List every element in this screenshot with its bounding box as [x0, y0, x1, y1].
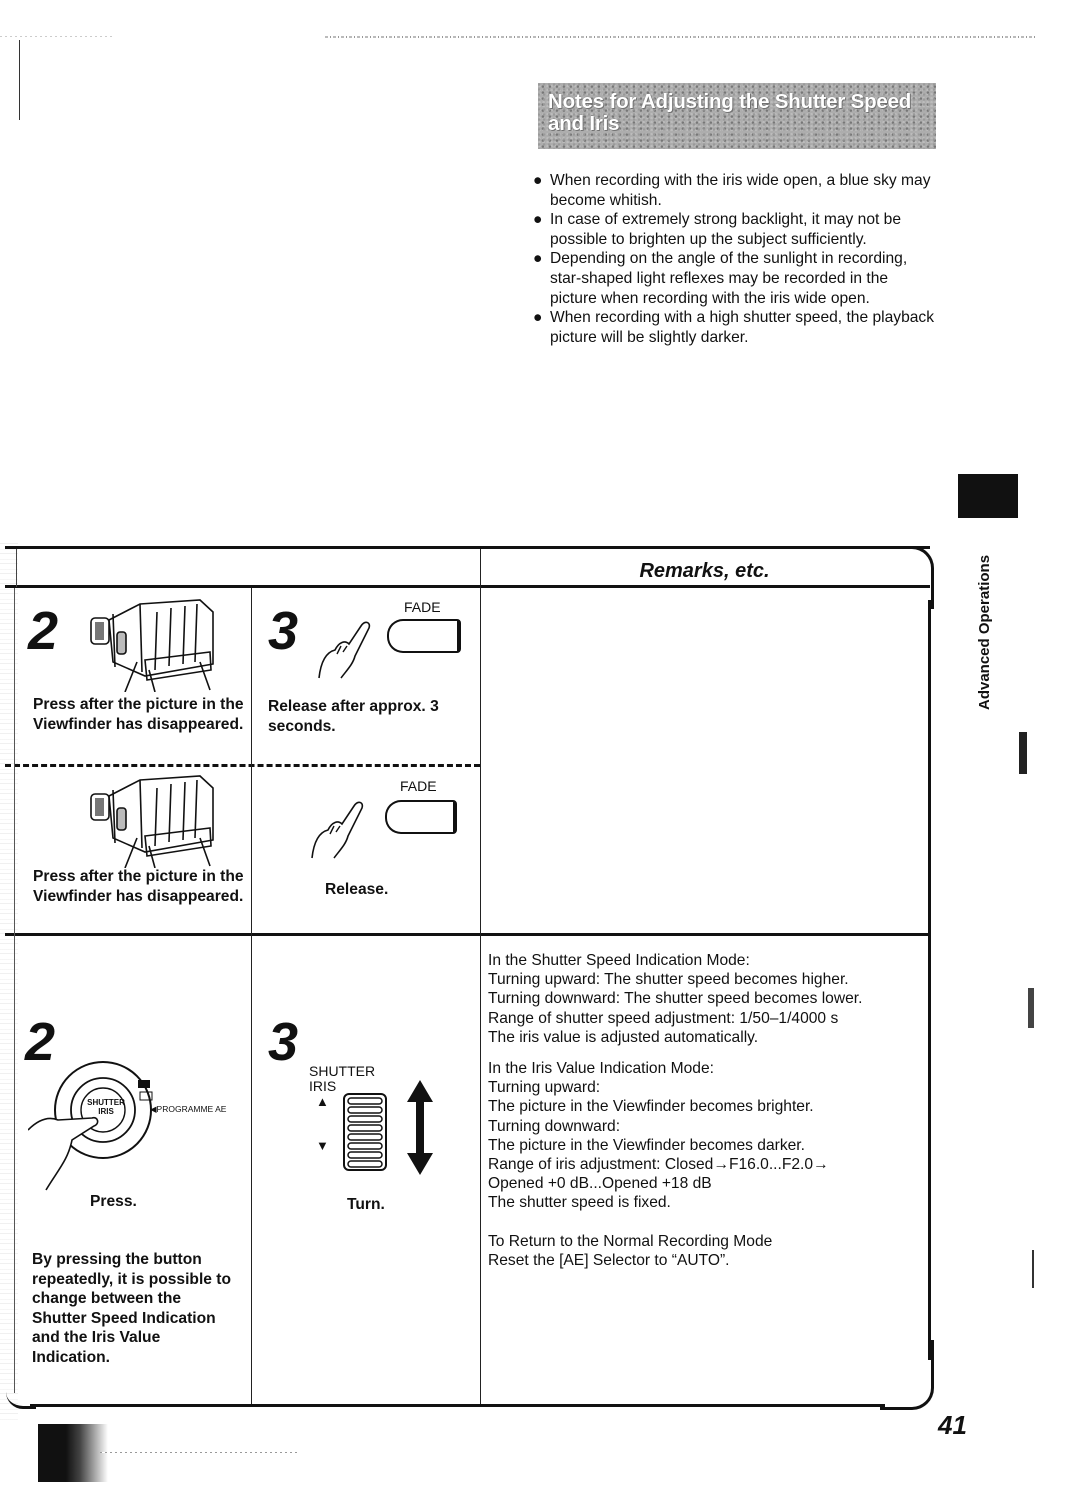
scan-artifact [100, 1452, 300, 1453]
column-divider [251, 588, 252, 1404]
bullet-icon: ● [533, 172, 543, 189]
bullet-icon: ● [533, 211, 543, 229]
scan-artifact [38, 1424, 108, 1482]
scan-artifact [1032, 1250, 1034, 1288]
step-number: 3 [268, 1012, 299, 1072]
table-border [30, 1404, 885, 1407]
section-tab-marker [958, 474, 1018, 518]
hand-pressing-icon [311, 801, 364, 859]
step-instruction: By pressing the button repeatedly, it is… [32, 1251, 232, 1366]
notes-item: ● When recording with a high shutter spee… [533, 309, 935, 346]
step-instruction: Release. [325, 881, 389, 898]
bullet-icon: ● [533, 250, 543, 268]
table-corner [880, 1340, 934, 1410]
section-label: Advanced Operations [976, 554, 993, 710]
dashed-divider [5, 764, 480, 767]
up-down-arrow-icon [407, 1080, 433, 1175]
table-border [14, 588, 15, 1393]
fade-label: FADE [404, 599, 441, 615]
remarks-text: In the Shutter Speed Indication Mode: Tu… [488, 952, 863, 1269]
scan-artifact [0, 36, 115, 37]
fade-button-icon [385, 800, 457, 834]
step-instruction: Press after the picture in the Viewfinde… [33, 868, 244, 905]
notes-item: ● Depending on the angle of the sunlight … [533, 250, 908, 307]
notes-item: ● In case of extremely strong backlight, … [533, 211, 902, 248]
step-number: 3 [268, 601, 299, 661]
programme-ae-label: ◀PROGRAMME AE [150, 1104, 227, 1114]
camcorder-hand-illustration [90, 599, 214, 692]
up-arrow-icon: ▲ [316, 1094, 329, 1109]
scan-artifact [325, 36, 1035, 38]
scan-artifact [19, 40, 20, 120]
scan-artifact [0, 540, 18, 1420]
remarks-header: Remarks, etc. [639, 560, 770, 582]
thumb-wheel-icon [343, 1093, 387, 1171]
table-border [5, 585, 930, 588]
notes-list: ● When recording with the iris wide open,… [533, 171, 938, 347]
scan-artifact [1019, 732, 1027, 774]
table-border [5, 546, 930, 549]
shutter-iris-label: SHUTTER IRIS [309, 1063, 376, 1094]
hand-pressing-icon [318, 621, 371, 679]
step-instruction: Press after the picture in the Viewfinde… [33, 696, 244, 733]
ae-dial-illustration [28, 1061, 153, 1191]
step-number: 2 [28, 601, 59, 661]
camcorder-hand-illustration [90, 775, 214, 868]
notes-banner: Notes for Adjusting the Shutter Speed an… [538, 83, 936, 149]
scan-artifact [1028, 988, 1034, 1028]
table-border [16, 549, 17, 587]
down-arrow-icon: ▼ [316, 1138, 329, 1153]
step-action: Turn. [347, 1196, 385, 1213]
bullet-icon: ● [533, 309, 543, 327]
table-row-divider [5, 933, 930, 936]
fade-button-icon [387, 619, 461, 653]
page-number: 41 [938, 1410, 967, 1440]
notes-title: Notes for Adjusting the Shutter Speed an… [548, 90, 912, 135]
step-instruction: Release after approx. 3 seconds. [268, 698, 439, 735]
notes-item: ● When recording with the iris wide open,… [533, 172, 931, 209]
table-border [928, 600, 931, 1360]
fade-label: FADE [400, 778, 437, 794]
dial-button-label: SHUTTER IRIS [87, 1098, 125, 1116]
step-action: Press. [90, 1193, 137, 1210]
column-divider [480, 549, 481, 1404]
